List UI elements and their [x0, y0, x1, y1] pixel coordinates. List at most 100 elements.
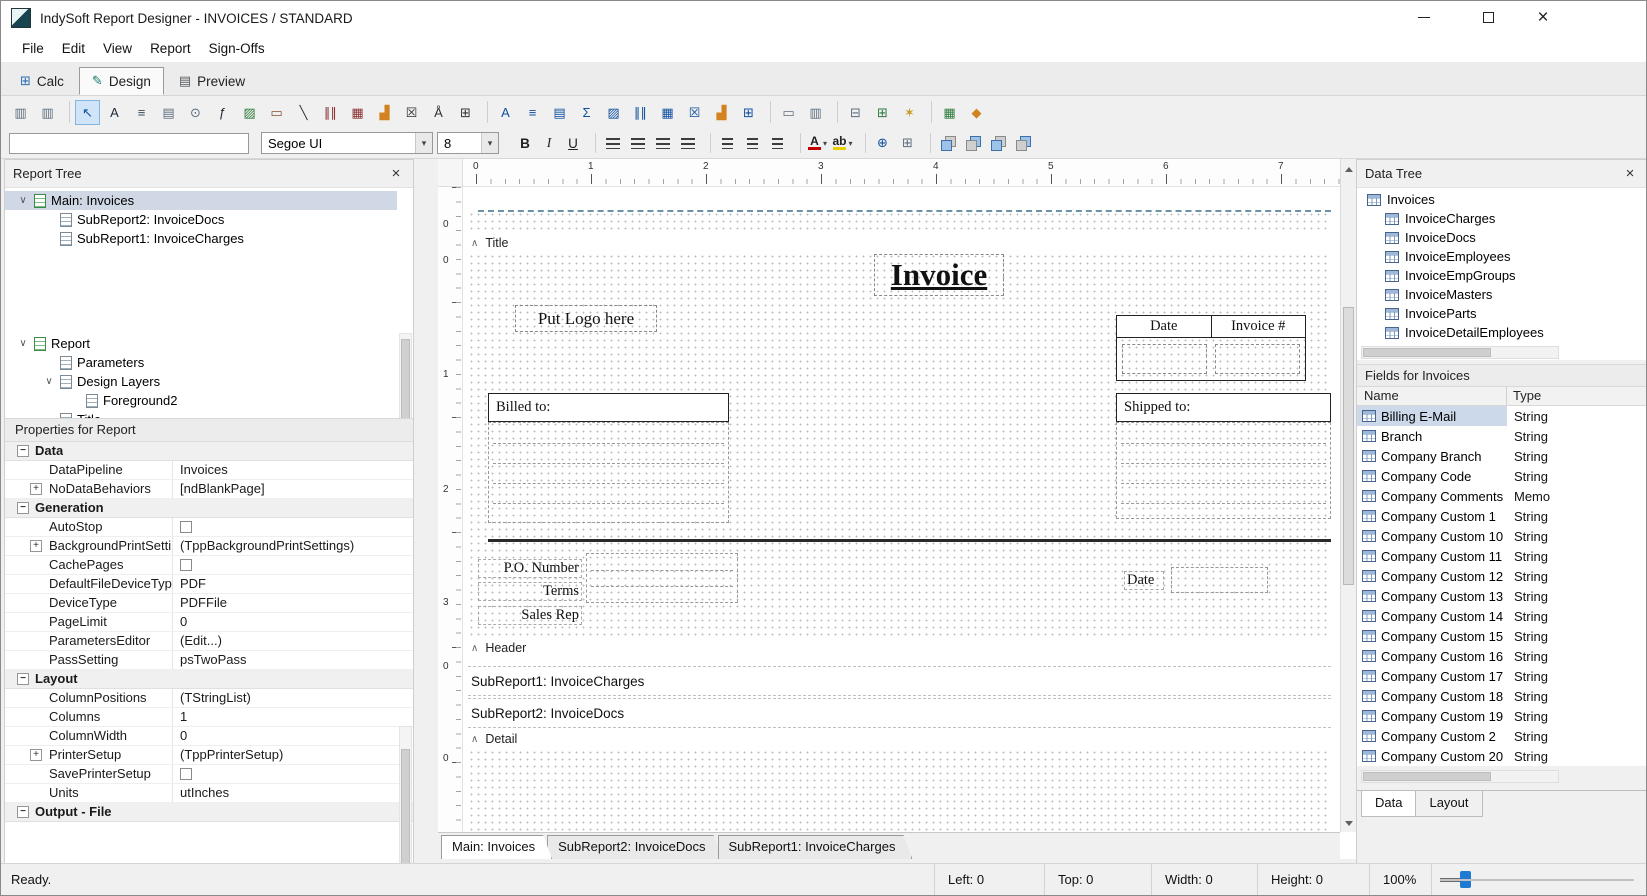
send-backward-button[interactable]: [1010, 132, 1035, 155]
field-row[interactable]: Company Custom 17 String: [1357, 666, 1647, 686]
close-panel-button[interactable]: ×: [1621, 165, 1639, 182]
invoice-number-value-box[interactable]: [1215, 344, 1300, 374]
property-row[interactable]: DataPipeline Invoices: [5, 461, 413, 480]
snap-to-grid-button[interactable]: ⊞: [895, 132, 920, 155]
field-row[interactable]: Company Custom 14 String: [1357, 606, 1647, 626]
fields-hscrollbar[interactable]: [1361, 770, 1559, 783]
align-right-button[interactable]: [650, 132, 675, 155]
logo-placeholder[interactable]: Put Logo here: [515, 305, 657, 332]
checkbox-icon[interactable]: [180, 521, 192, 533]
db-calc-tool-button[interactable]: Σ: [574, 100, 599, 125]
expand-icon[interactable]: [30, 749, 42, 761]
checkbox-icon[interactable]: [180, 768, 192, 780]
tree-node[interactable]: Parameters: [5, 353, 397, 372]
property-value[interactable]: PDFFile: [173, 594, 413, 612]
property-value[interactable]: (TppPrinterSetup): [173, 746, 413, 764]
font-size-select[interactable]: 8 ▾: [437, 132, 499, 154]
data-table-node[interactable]: InvoiceMasters: [1357, 285, 1647, 304]
subreport1-item[interactable]: SubReport1: InvoiceCharges: [468, 666, 1331, 696]
property-row[interactable]: PassSetting psTwoPass: [5, 651, 413, 670]
detail-band-content[interactable]: [468, 749, 1331, 832]
band-collapse-icon[interactable]: ∧: [471, 734, 478, 745]
property-value[interactable]: psTwoPass: [173, 651, 413, 669]
date-field-box[interactable]: [1171, 567, 1268, 593]
chart-tool-button[interactable]: ▟: [372, 100, 397, 125]
property-row[interactable]: ParametersEditor (Edit...): [5, 632, 413, 651]
data-layout-tab[interactable]: Layout: [1415, 791, 1482, 817]
table-tool-button[interactable]: ⊞: [453, 100, 478, 125]
property-row[interactable]: Columns 1: [5, 708, 413, 727]
align-center-button[interactable]: [625, 132, 650, 155]
property-value[interactable]: utInches: [173, 784, 413, 802]
report-page-tab[interactable]: Main: Invoices: [441, 835, 552, 859]
align-middle-button[interactable]: [740, 132, 765, 155]
page-break-tool-button[interactable]: ⊟: [843, 100, 868, 125]
tree-node[interactable]: Design Layers: [5, 372, 397, 391]
scrollbar-thumb[interactable]: [1363, 772, 1491, 781]
property-row[interactable]: Data: [5, 442, 413, 461]
date-value-box[interactable]: [1122, 344, 1207, 374]
report-page-tab[interactable]: SubReport2: InvoiceDocs: [547, 835, 722, 859]
subreport2-item[interactable]: SubReport2: InvoiceDocs: [468, 698, 1331, 728]
field-row[interactable]: Company Custom 20 String: [1357, 746, 1647, 766]
field-row[interactable]: Company Custom 2 String: [1357, 726, 1647, 746]
column-header-type[interactable]: Type: [1507, 387, 1647, 405]
tree-node[interactable]: Title: [5, 410, 397, 418]
db-checkbox-tool-button[interactable]: ☒: [682, 100, 707, 125]
region-tool-button[interactable]: ▭: [776, 100, 801, 125]
field-row[interactable]: Company Branch String: [1357, 446, 1647, 466]
bring-to-front-button[interactable]: [935, 132, 960, 155]
maximize-button[interactable]: [1465, 2, 1511, 33]
db-chart-tool-button[interactable]: ▟: [709, 100, 734, 125]
property-row[interactable]: Layout: [5, 670, 413, 689]
property-row[interactable]: DefaultFileDeviceType PDF: [5, 575, 413, 594]
subreport-tool-button[interactable]: ▥: [803, 100, 828, 125]
menu-item[interactable]: File: [13, 37, 53, 60]
property-value[interactable]: 0: [173, 613, 413, 631]
theme-colors-button[interactable]: ◆: [964, 100, 989, 125]
sales-rep-label[interactable]: Sales Rep: [478, 606, 582, 625]
tree-node[interactable]: SubReport2: InvoiceDocs: [5, 210, 397, 229]
property-value[interactable]: (TStringList): [173, 689, 413, 707]
view-tab[interactable]: ✎ Design: [79, 67, 164, 95]
date-header-cell[interactable]: Date: [1117, 316, 1212, 337]
close-panel-button[interactable]: ×: [387, 165, 405, 182]
db-image-tool-button[interactable]: ▨: [601, 100, 626, 125]
label-tool-button[interactable]: A: [102, 100, 127, 125]
field-row[interactable]: Company Custom 10 String: [1357, 526, 1647, 546]
property-row[interactable]: AutoStop: [5, 518, 413, 537]
report-page-tab[interactable]: SubReport1: InvoiceCharges: [718, 835, 913, 859]
field-row[interactable]: Company Custom 16 String: [1357, 646, 1647, 666]
field-row[interactable]: Company Comments Memo: [1357, 486, 1647, 506]
system-variable-tool-button[interactable]: ⊙: [183, 100, 208, 125]
tree-node[interactable]: Report: [5, 334, 397, 353]
crosstab-tool-button[interactable]: ⊞: [870, 100, 895, 125]
data-table-node[interactable]: InvoiceCharges: [1357, 209, 1647, 228]
align-top-button[interactable]: [715, 132, 740, 155]
db-text-tool-button[interactable]: A: [493, 100, 518, 125]
align-justify-button[interactable]: [675, 132, 700, 155]
property-value[interactable]: [173, 765, 413, 783]
property-row[interactable]: ColumnWidth 0: [5, 727, 413, 746]
scrollbar-thumb[interactable]: [401, 339, 410, 418]
data-tree-hscrollbar[interactable]: [1361, 346, 1559, 359]
scrollbar-thumb[interactable]: [1343, 307, 1354, 585]
data-table-node[interactable]: InvoiceEmployees: [1357, 247, 1647, 266]
checkbox-tool-button[interactable]: ☒: [399, 100, 424, 125]
data-table-node[interactable]: InvoiceDocs: [1357, 228, 1647, 247]
anchor-button[interactable]: ⊕: [870, 132, 895, 155]
image-tool-button[interactable]: ▨: [237, 100, 262, 125]
property-row[interactable]: CachePages: [5, 556, 413, 575]
view-tab[interactable]: ⊞ Calc: [7, 67, 77, 95]
wizard-button[interactable]: ✶: [897, 100, 922, 125]
db-barcode-2d-tool-button[interactable]: ▦: [655, 100, 680, 125]
property-value[interactable]: [173, 518, 413, 536]
tree-node[interactable]: Foreground2: [5, 391, 397, 410]
db-memo-tool-button[interactable]: ≡: [520, 100, 545, 125]
canvas-vertical-scrollbar[interactable]: [1340, 159, 1356, 832]
bring-forward-button[interactable]: [985, 132, 1010, 155]
richtext-tool-button[interactable]: ▤: [156, 100, 181, 125]
property-row[interactable]: ColumnPositions (TStringList): [5, 689, 413, 708]
band-collapse-icon[interactable]: ∧: [471, 238, 478, 249]
field-row[interactable]: Company Custom 1 String: [1357, 506, 1647, 526]
